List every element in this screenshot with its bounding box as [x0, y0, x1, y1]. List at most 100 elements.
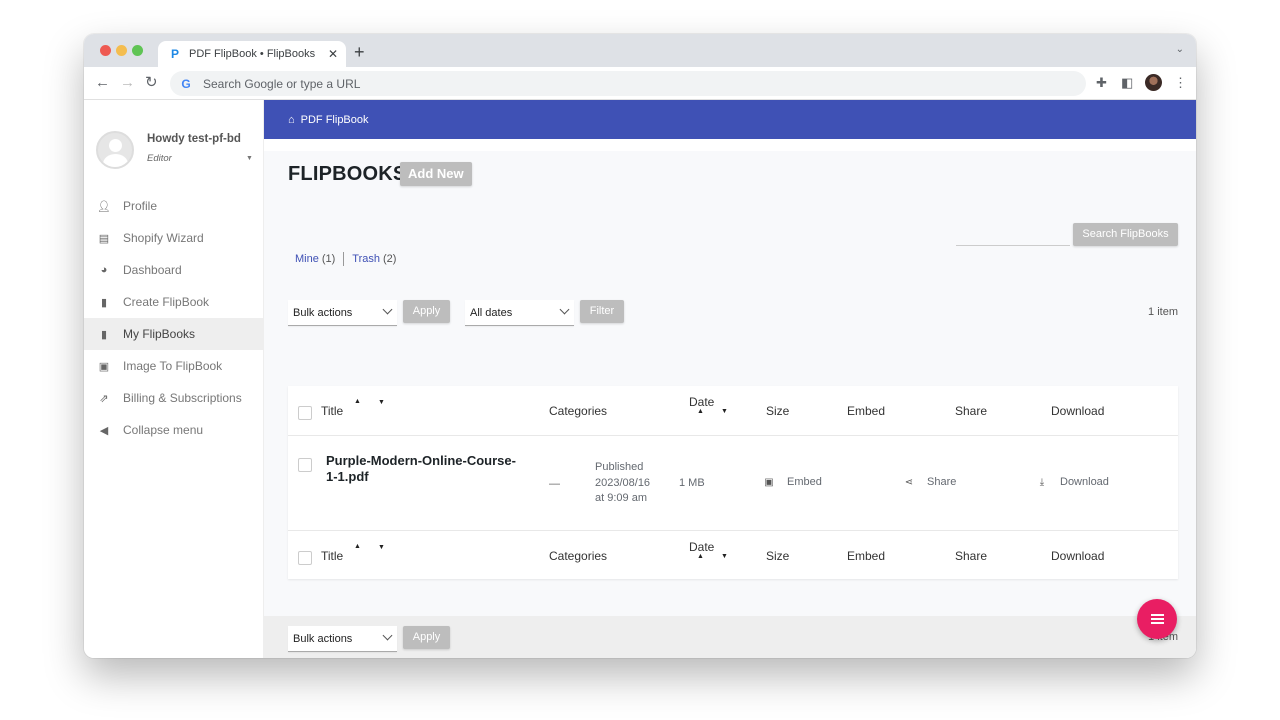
tab-search-chevron-icon[interactable]: ⌄: [1176, 44, 1184, 55]
kebab-menu-icon[interactable]: ⋮: [1174, 75, 1187, 91]
share-icon: ⋖: [904, 476, 914, 488]
sort-desc-icon[interactable]: ▼: [721, 408, 728, 415]
user-greeting: Howdy test-pf-bd: [147, 133, 241, 145]
embed-button[interactable]: ▣ Embed: [764, 476, 822, 488]
caret-down-icon[interactable]: ▼: [246, 155, 253, 162]
extensions-puzzle-icon[interactable]: ✚: [1096, 75, 1107, 91]
sidebar: Howdy test-pf-bd Editor ▼ 👤︎ Profile ▤ S…: [84, 100, 264, 658]
flipbooks-table: Title ▲ ▼ Categories Date ▲ ▼ Size Embed…: [288, 386, 1178, 579]
filter-button[interactable]: Filter: [580, 300, 624, 323]
column-categories: Categories: [549, 404, 608, 418]
sidebar-item-collapse-menu[interactable]: ◀ Collapse menu: [84, 414, 264, 446]
row-date-value: 2023/08/16: [595, 476, 651, 489]
app: Howdy test-pf-bd Editor ▼ 👤︎ Profile ▤ S…: [84, 100, 1196, 658]
sort-asc-icon[interactable]: ▲: [354, 543, 361, 550]
add-new-button[interactable]: Add New: [400, 162, 472, 186]
minimize-window-button[interactable]: [116, 45, 127, 56]
share-button[interactable]: ⋖ Share: [904, 476, 957, 488]
view-mine-link[interactable]: Mine: [295, 253, 319, 265]
items-count: 1 item: [1148, 306, 1178, 318]
top-app-bar: ⌂ PDF FlipBook: [264, 100, 1196, 139]
download-icon: ⤓: [1039, 476, 1045, 488]
document-icon: ▤: [98, 232, 110, 245]
select-all-checkbox-footer[interactable]: [298, 551, 312, 565]
select-all-checkbox[interactable]: [298, 406, 312, 420]
date-filter-select[interactable]: All dates: [465, 300, 574, 326]
column-title[interactable]: Title: [321, 404, 343, 418]
book-icon: ▮: [100, 296, 108, 309]
sidebar-item-label: Shopify Wizard: [123, 231, 204, 245]
collapse-circle-icon: ◀: [99, 424, 109, 437]
sidebar-item-create-flipbook[interactable]: ▮ Create FlipBook: [84, 286, 264, 318]
image-icon: ▣: [98, 360, 110, 373]
table-header: Title ▲ ▼ Categories Date ▲ ▼ Size Embed…: [288, 386, 1178, 436]
sidebar-item-dashboard[interactable]: ◕ Dashboard: [84, 254, 264, 286]
close-tab-icon[interactable]: ✕: [328, 47, 338, 61]
row-title-link[interactable]: Purple-Modern-Online-Course-1-1.pdf: [326, 453, 526, 485]
bulk-actions-select[interactable]: Bulk actions: [288, 300, 397, 326]
address-bar[interactable]: G Search Google or type a URL: [170, 71, 1086, 96]
column-download: Download: [1051, 404, 1105, 418]
floating-menu-button[interactable]: [1137, 599, 1177, 639]
sort-asc-icon[interactable]: ▲: [697, 553, 704, 560]
download-button[interactable]: ⤓ Download: [1037, 476, 1109, 488]
divider: [343, 252, 345, 266]
close-window-button[interactable]: [100, 45, 111, 56]
sidebar-item-label: Collapse menu: [123, 423, 204, 437]
view-trash-link[interactable]: Trash: [352, 253, 380, 265]
table-row: Purple-Modern-Online-Course-1-1.pdf — Pu…: [288, 436, 1178, 531]
column-title[interactable]: Title: [321, 549, 343, 563]
sidebar-item-image-to-flipbook[interactable]: ▣ Image To FlipBook: [84, 350, 264, 382]
row-checkbox[interactable]: [298, 458, 312, 472]
topbar-title[interactable]: PDF FlipBook: [301, 114, 369, 126]
search-flipbooks-input[interactable]: [956, 224, 1070, 246]
chevron-down-icon: [382, 304, 393, 315]
sort-desc-icon[interactable]: ▼: [378, 544, 385, 551]
apply-button-bottom[interactable]: Apply: [403, 626, 450, 649]
user-box[interactable]: Howdy test-pf-bd Editor ▼: [96, 131, 256, 171]
dashboard-gauge-icon: ◕: [100, 264, 108, 276]
back-arrow-icon[interactable]: ←: [95, 74, 110, 92]
column-embed: Embed: [847, 404, 886, 418]
new-tab-button[interactable]: +: [354, 42, 365, 62]
main-content: ⌂ PDF FlipBook FLIPBOOKS Add New Search …: [264, 100, 1196, 658]
column-date[interactable]: Date: [689, 540, 714, 554]
sort-asc-icon[interactable]: ▲: [697, 408, 704, 415]
column-categories: Categories: [549, 549, 608, 563]
tab-title: PDF FlipBook • FlipBooks: [189, 48, 316, 60]
chevron-down-icon: [559, 304, 570, 315]
sidebar-item-my-flipbooks[interactable]: ▮ My FlipBooks: [84, 318, 264, 350]
book-icon: ▮: [100, 328, 108, 341]
home-icon: ⌂: [288, 113, 295, 126]
bulk-actions-select-bottom[interactable]: Bulk actions: [288, 626, 397, 652]
column-size: Size: [766, 404, 790, 418]
side-panel-icon[interactable]: ◧: [1121, 75, 1133, 91]
sidebar-item-label: Billing & Subscriptions: [123, 391, 242, 405]
maximize-window-button[interactable]: [132, 45, 143, 56]
user-avatar: [96, 131, 134, 169]
browser-tab[interactable]: P PDF FlipBook • FlipBooks ✕: [158, 41, 346, 67]
sort-desc-icon[interactable]: ▼: [378, 399, 385, 406]
reload-icon[interactable]: ↻: [145, 74, 158, 92]
column-date[interactable]: Date: [689, 395, 714, 409]
sidebar-item-shopify-wizard[interactable]: ▤ Shopify Wizard: [84, 222, 264, 254]
column-share: Share: [955, 549, 988, 563]
sidebar-item-label: Dashboard: [123, 263, 182, 277]
sidebar-item-profile[interactable]: 👤︎ Profile: [84, 190, 264, 222]
browser-window: P PDF FlipBook • FlipBooks ✕ + ⌄ ← → ↻ G…: [84, 34, 1196, 658]
profile-avatar[interactable]: [1145, 74, 1162, 91]
column-download: Download: [1051, 549, 1105, 563]
row-status: Published: [595, 461, 644, 473]
sort-asc-icon[interactable]: ▲: [354, 398, 361, 405]
forward-arrow-icon[interactable]: →: [120, 74, 135, 92]
google-icon: G: [181, 76, 191, 91]
search-flipbooks-button[interactable]: Search FlipBooks: [1073, 223, 1178, 246]
share-label: Share: [927, 476, 957, 488]
date-filter-value: All dates: [470, 306, 513, 319]
sort-desc-icon[interactable]: ▼: [721, 553, 728, 560]
column-share: Share: [955, 404, 988, 418]
apply-button[interactable]: Apply: [403, 300, 450, 323]
view-filters: Mine (1) Trash (2): [295, 252, 396, 266]
menu-icon: [1150, 614, 1164, 616]
sidebar-item-billing[interactable]: ⇗ Billing & Subscriptions: [84, 382, 264, 414]
